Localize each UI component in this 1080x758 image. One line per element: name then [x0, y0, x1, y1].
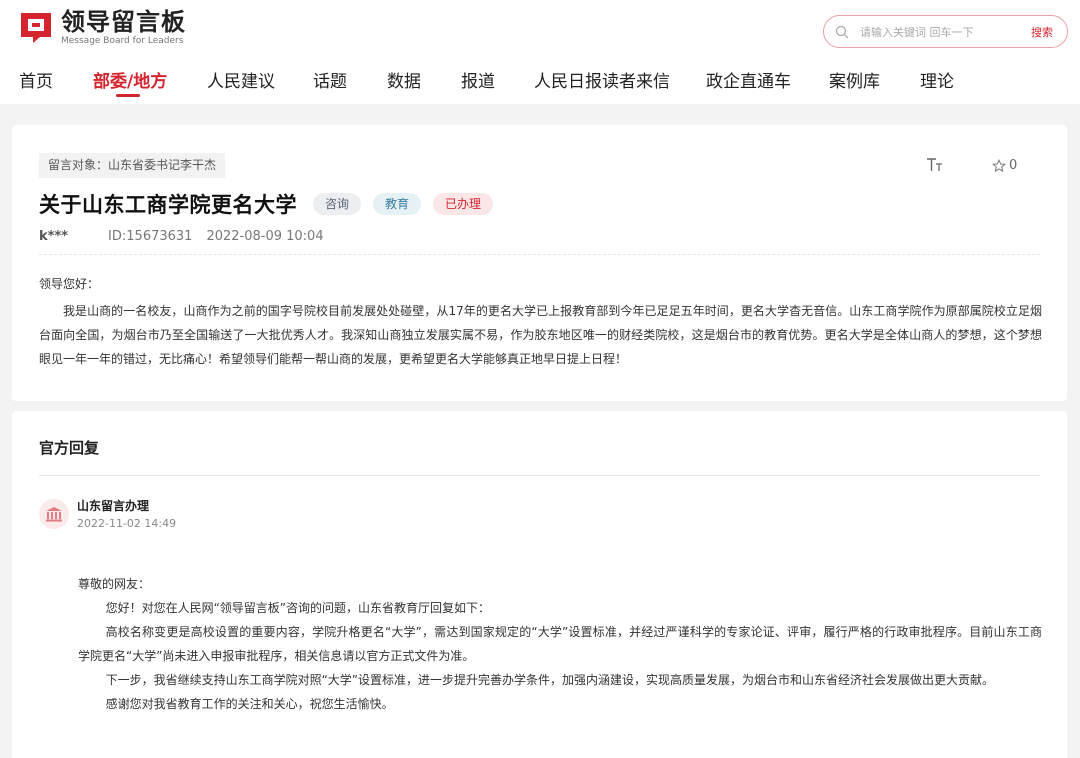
field-badge[interactable]: 教育 [373, 193, 422, 215]
search-icon [835, 25, 849, 39]
message-author: k*** [39, 229, 69, 244]
nav-item-topics[interactable]: 话题 [313, 67, 347, 92]
nav-active-indicator [116, 94, 140, 97]
reply-paragraph: 感谢您对我省教育工作的关注和关心，祝您生活愉快。 [105, 697, 394, 711]
search-box: 搜索 [823, 15, 1068, 48]
font-size-icon [927, 158, 942, 171]
search-button[interactable]: 搜索 [1031, 24, 1053, 40]
reply-divider [39, 475, 1040, 476]
government-building-icon [39, 499, 69, 529]
message-greeting: 领导您好： [39, 277, 100, 291]
message-target: 留言对象：山东省委书记李干杰 [39, 153, 226, 178]
reply-org-name: 山东留言办理 [77, 499, 150, 513]
logo-subtitle: Message Board for Leaders [61, 36, 184, 46]
message-title: 关于山东工商学院更名大学 [39, 193, 297, 217]
nav-item-theory[interactable]: 理论 [920, 67, 954, 92]
message-card: 留言对象：山东省委书记李干杰 0 关于山东工商学院更名大学 咨询 教育 已办理 … [12, 125, 1067, 401]
site-header: 领导留言板 Message Board for Leaders 搜索 首页 部委… [0, 0, 1080, 104]
status-badge: 已办理 [433, 193, 494, 215]
nav-item-data[interactable]: 数据 [387, 67, 421, 92]
favorite-count: 0 [1009, 158, 1018, 173]
main-nav: 首页 部委/地方 人民建议 话题 数据 报道 人民日报读者来信 政企直通车 案例… [0, 64, 1080, 104]
favorite-button[interactable]: 0 [992, 158, 1017, 173]
nav-item-enterprise-channel[interactable]: 政企直通车 [706, 67, 791, 92]
reply-paragraph: 下一步，我省继续支持山东工商学院对照“大学”设置标准，进一步提升完善办学条件，加… [105, 673, 995, 687]
message-time: 2022-08-09 10:04 [206, 229, 324, 244]
nav-item-case-library[interactable]: 案例库 [829, 67, 880, 92]
reply-salutation: 尊敬的网友： [78, 577, 151, 591]
nav-item-reports[interactable]: 报道 [461, 67, 495, 92]
reply-paragraph: 您好！对您在人民网“领导留言板”咨询的问题，山东省教育厅回复如下： [105, 601, 491, 615]
logo-mark-icon [18, 10, 54, 46]
message-body: 我是山商的一名校友，山商作为之前的国字号院校目前发展处处碰壁，从17年的更名大学… [39, 304, 1042, 366]
nav-item-ministries-local[interactable]: 部委/地方 [93, 67, 167, 92]
reply-heading: 官方回复 [39, 439, 100, 457]
search-input[interactable] [860, 23, 1020, 41]
category-badge[interactable]: 咨询 [313, 193, 362, 215]
reply-body: 尊敬的网友： 您好！对您在人民网“领导留言板”咨询的问题，山东省教育厅回复如下：… [78, 572, 1042, 716]
message-meta: k*** ID:15673631 2022-08-09 10:04 [39, 229, 324, 244]
reply-date: 2022-11-02 14:49 [77, 517, 177, 530]
nav-item-home[interactable]: 首页 [19, 67, 53, 92]
message-divider [39, 254, 1040, 255]
font-size-button[interactable] [926, 157, 944, 177]
reply-paragraph: 高校名称变更是高校设置的重要内容，学院升格更名“大学”，需达到国家规定的“大学”… [78, 625, 1042, 663]
reply-card: 官方回复 山东留言办理 2022-11-02 14:49 尊敬的网友： 您好！对… [12, 411, 1067, 758]
message-id: ID:15673631 [108, 229, 193, 244]
star-icon [992, 158, 1006, 172]
nav-item-reader-letters[interactable]: 人民日报读者来信 [534, 67, 670, 92]
nav-item-suggestions[interactable]: 人民建议 [207, 67, 275, 92]
site-logo[interactable]: 领导留言板 Message Board for Leaders [18, 9, 186, 47]
logo-title: 领导留言板 [61, 8, 186, 36]
